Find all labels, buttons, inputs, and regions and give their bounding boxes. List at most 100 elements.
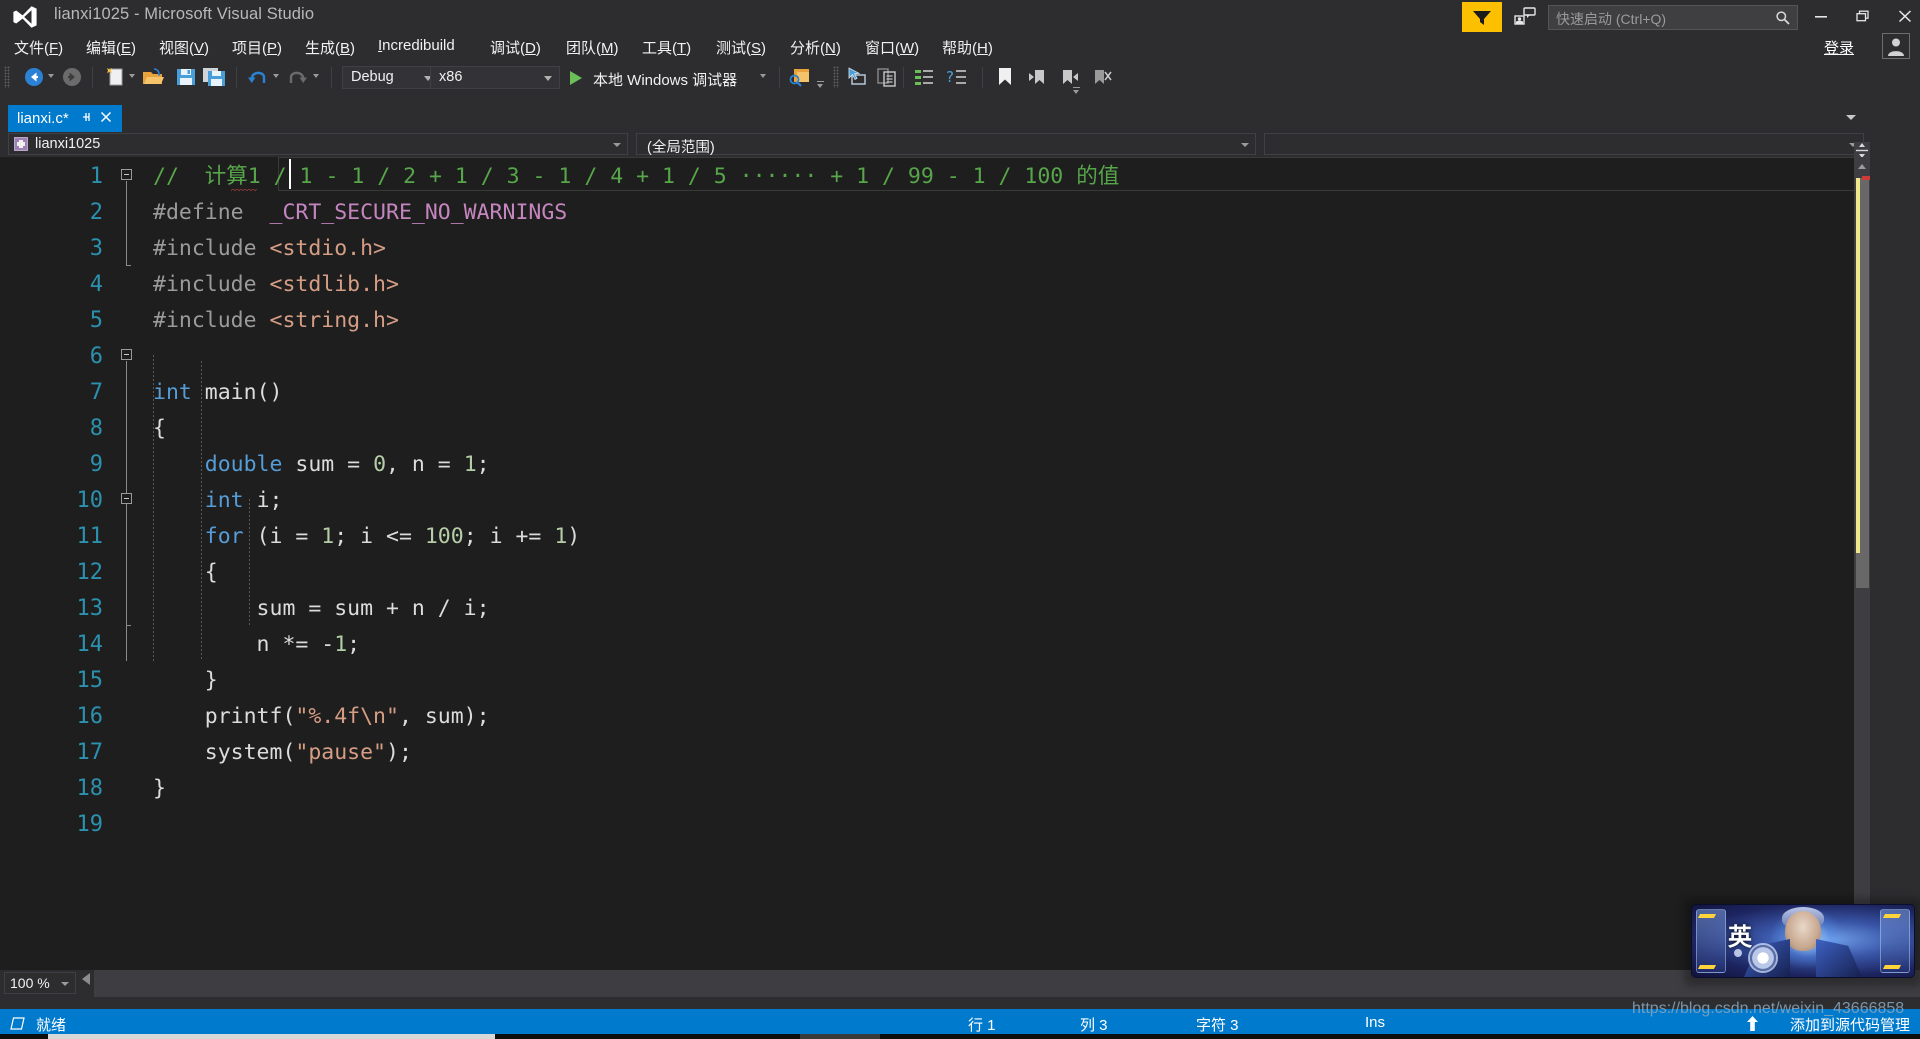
outlining-margin[interactable]: [117, 157, 139, 970]
solution-platform-combo[interactable]: x86: [430, 66, 560, 89]
ime-accent-bar: [1697, 914, 1717, 918]
status-character: 字符 3: [1196, 1017, 1239, 1034]
project-scope-combo[interactable]: lianxi1025: [8, 133, 628, 155]
close-tab-icon[interactable]: [100, 110, 112, 128]
navigate-back-icon[interactable]: [22, 65, 46, 94]
redo-dropdown-icon[interactable]: [313, 74, 319, 78]
code-token: <stdlib.h>: [269, 272, 399, 297]
toolbar-separator: [331, 67, 332, 88]
code-token: i;: [243, 488, 283, 513]
toolbar-grip[interactable]: [833, 66, 839, 88]
notification-icon[interactable]: [1508, 2, 1542, 32]
menu-item-12[interactable]: 窗口(W): [861, 37, 923, 58]
code-token: }: [153, 668, 218, 693]
quick-launch-placeholder: 快速启动 (Ctrl+Q): [1556, 11, 1667, 27]
code-line: {: [153, 555, 218, 591]
line-number: 13: [76, 596, 104, 621]
minimize-button[interactable]: [1805, 2, 1839, 30]
code-token: 1: [321, 524, 335, 549]
new-item-dropdown-icon[interactable]: [129, 74, 135, 78]
status-insert-mode: Ins: [1365, 1014, 1386, 1031]
menu-item-7[interactable]: 调试(D): [486, 37, 545, 58]
open-file-icon[interactable]: [141, 65, 165, 94]
code-line: int main(): [153, 375, 282, 411]
toolbar-grip[interactable]: [4, 66, 10, 88]
fold-toggle-includes[interactable]: [121, 169, 132, 180]
menu-item-10[interactable]: 测试(S): [712, 37, 770, 58]
undo-dropdown-icon[interactable]: [273, 74, 279, 78]
code-token: ; i <=: [334, 524, 425, 549]
fold-region-end: [126, 265, 131, 266]
sign-in-link[interactable]: 登录: [1824, 37, 1854, 58]
user-avatar-icon[interactable]: [1882, 33, 1910, 59]
visual-studio-logo-icon: [12, 4, 38, 30]
feedback-funnel-icon[interactable]: [1462, 2, 1502, 32]
code-token: ; i +=: [463, 524, 555, 549]
restore-button[interactable]: [1847, 2, 1881, 30]
menu-item-13[interactable]: 帮助(H): [938, 37, 997, 58]
menu-item-1[interactable]: 文件(F): [10, 37, 67, 58]
ime-language-bar[interactable]: 英: [1692, 905, 1914, 977]
pin-icon[interactable]: [81, 110, 93, 128]
bookmark-icon[interactable]: [993, 65, 1017, 94]
tab-lianxi-c[interactable]: lianxi.c*: [8, 105, 122, 132]
find-overflow-icon[interactable]: [817, 81, 824, 88]
code-token: #include: [153, 308, 270, 333]
code-text-area[interactable]: // 计算1 / 1 - 1 / 2 + 1 / 3 - 1 / 4 + 1 /…: [139, 157, 1870, 970]
save-icon[interactable]: [174, 65, 198, 94]
menu-item-11[interactable]: 分析(N): [786, 37, 845, 58]
menu-item-4[interactable]: 项目(P): [228, 37, 286, 58]
line-number: 12: [76, 560, 104, 585]
zoom-level-combo[interactable]: 100 %: [4, 972, 76, 994]
code-editor[interactable]: 1 2 3 4 5 6 7 8 9 10 11 12 13 14 15 16 17 18 19 // 计算1 / 1…: [0, 157, 1870, 970]
menu-item-9[interactable]: 工具(T): [638, 37, 695, 58]
code-line: #define _CRT_SECURE_NO_WARNINGS: [153, 195, 567, 231]
solution-configuration-combo[interactable]: Debug: [342, 66, 440, 89]
line-number-gutter: 1 2 3 4 5 6 7 8 9 10 11 12 13 14 15 16 17 18 19: [19, 157, 117, 970]
scroll-left-button[interactable]: [82, 973, 90, 985]
previous-bookmark-icon[interactable]: [1026, 65, 1050, 94]
save-all-icon[interactable]: [202, 65, 226, 94]
menu-item-3[interactable]: 视图(V): [155, 37, 213, 58]
project-name: lianxi1025: [35, 136, 101, 152]
menu-item-8[interactable]: 团队(M): [562, 37, 623, 58]
indent-icon[interactable]: [912, 65, 936, 94]
navigate-forward-icon[interactable]: [60, 65, 84, 94]
horizontal-scrollbar-track[interactable]: [94, 970, 1920, 997]
vertical-scrollbar-track[interactable]: [1854, 175, 1870, 954]
copy-icon[interactable]: [875, 65, 899, 94]
toolbar-separator: [982, 67, 983, 88]
start-debugging-button[interactable]: 本地 Windows 调试器: [593, 69, 737, 90]
menu-item-2[interactable]: 编辑(E): [82, 37, 140, 58]
ime-language-label[interactable]: 英: [1728, 917, 1752, 952]
line-number: 1: [89, 164, 103, 189]
menu-item-6[interactable]: Incredibuild: [374, 37, 459, 58]
undo-icon[interactable]: [246, 65, 270, 94]
play-icon[interactable]: [570, 71, 582, 85]
chevron-down-icon: [544, 76, 552, 81]
menu-item-5[interactable]: 生成(B): [301, 37, 359, 58]
member-scope-combo[interactable]: [1264, 133, 1864, 155]
scroll-up-button[interactable]: [1854, 157, 1870, 175]
fold-toggle-for[interactable]: [121, 493, 132, 504]
start-debugging-dropdown-icon[interactable]: [760, 74, 766, 78]
navigate-back-dropdown-icon[interactable]: [48, 74, 54, 78]
tab-list-icon[interactable]: [1846, 115, 1856, 120]
selection-margin[interactable]: [0, 157, 19, 970]
step-into-icon[interactable]: [845, 65, 869, 94]
find-in-files-icon[interactable]: [788, 65, 812, 94]
close-button[interactable]: [1889, 2, 1920, 30]
toolbar-overflow-icon[interactable]: [1073, 87, 1080, 94]
redo-icon[interactable]: [285, 65, 309, 94]
fold-toggle-main[interactable]: [121, 349, 132, 360]
add-to-source-control-label[interactable]: 添加到源代码管理: [1790, 1014, 1910, 1035]
comment-icon[interactable]: ?: [945, 65, 969, 94]
ime-settings-icon[interactable]: [1750, 945, 1776, 971]
ime-accent-bar: [1882, 965, 1902, 969]
type-scope-combo[interactable]: (全局范围): [636, 133, 1256, 156]
clear-bookmarks-icon[interactable]: [1089, 65, 1113, 94]
quick-launch-input[interactable]: 快速启动 (Ctrl+Q): [1548, 5, 1798, 30]
code-token: _CRT_SECURE_NO_WARNINGS: [269, 200, 568, 225]
code-line: #include <stdlib.h>: [153, 267, 399, 303]
new-item-icon[interactable]: [103, 65, 127, 94]
